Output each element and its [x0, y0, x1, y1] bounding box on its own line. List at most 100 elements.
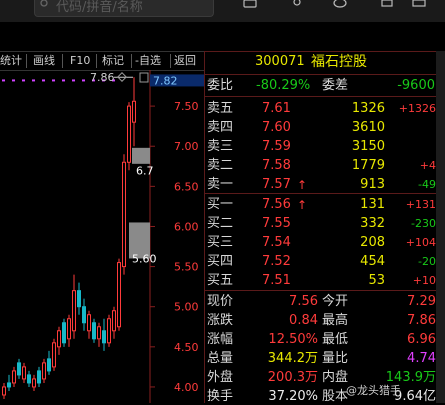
- average-line-dot: [82, 79, 85, 82]
- candle-body: [132, 100, 136, 123]
- order-level-change: +10: [412, 274, 436, 287]
- order-level-label: 卖二: [207, 158, 234, 173]
- average-line-dot: [2, 79, 5, 82]
- candle-body: [112, 310, 116, 332]
- high-price-label: 7.86: [90, 71, 115, 84]
- search-icon[interactable]: [40, 0, 49, 9]
- price-axis-tick-label: 4.50: [174, 341, 199, 354]
- candle-body: [52, 342, 56, 368]
- window-icon[interactable]: [412, 0, 426, 10]
- stat-value: 0.84: [289, 313, 318, 328]
- order-level-volume: 53: [368, 273, 385, 288]
- order-level-price: 7.54: [262, 235, 291, 250]
- order-level-volume: 454: [360, 254, 385, 269]
- toolbar-mark-button[interactable]: 标记: [102, 53, 124, 69]
- candle-body: [7, 382, 11, 388]
- toolbar-f10-button[interactable]: F10: [70, 53, 90, 69]
- toolbar-stats-button[interactable]: 统计: [0, 53, 22, 69]
- order-level-label: 卖三: [207, 139, 234, 154]
- weicha-label: 委差: [322, 78, 349, 93]
- candle-body: [27, 374, 31, 384]
- candle-body: [67, 318, 71, 340]
- stat-value: 12.50%: [268, 332, 318, 347]
- settings-icon[interactable]: [380, 0, 394, 10]
- stat-value: 7.56: [289, 294, 318, 309]
- order-level-volume: 3150: [351, 139, 385, 154]
- candle-body: [57, 330, 61, 348]
- candle-body: [17, 362, 21, 376]
- toolbar-divider: [131, 54, 132, 68]
- average-line-dot: [22, 79, 25, 82]
- order-level-label: 卖五: [207, 101, 234, 116]
- candle-body: [62, 322, 66, 344]
- toolbar-divider: [170, 54, 171, 68]
- average-line-dot: [42, 79, 45, 82]
- current-price-tag: 7.82: [153, 74, 178, 87]
- order-level-price: 7.58: [262, 158, 291, 173]
- stat-label: 总量: [207, 351, 234, 366]
- order-level-price: 7.57: [262, 177, 291, 192]
- stat-label: 涨幅: [207, 332, 234, 347]
- order-level-label: 买四: [207, 254, 234, 269]
- candle-body: [37, 370, 41, 384]
- weibi-label: 委比: [207, 78, 234, 93]
- toolbar-remove-watchlist-button[interactable]: -自选: [135, 53, 161, 69]
- order-level-label: 卖四: [207, 120, 234, 135]
- toolbar-draw-line-button[interactable]: 画线: [33, 53, 55, 69]
- order-level-volume: 332: [360, 216, 385, 231]
- message-icon[interactable]: [243, 0, 257, 10]
- order-level-label: 买一: [207, 197, 234, 212]
- price-axis-tick-label: 7.50: [174, 100, 199, 113]
- chat-icon[interactable]: [333, 0, 347, 10]
- price-level-block: [132, 147, 150, 164]
- candlestick-chart[interactable]: 7.50 7.00 6.50 6.00 5.50 5.00 4.50 4.00 7.82 7.86…: [0, 70, 205, 403]
- candle-body: [47, 358, 51, 372]
- price-axis-tick-label: 4.00: [174, 381, 199, 394]
- stat-label: 量比: [322, 351, 349, 366]
- order-level-change: +1326: [398, 102, 436, 115]
- order-level-label: 卖一: [207, 177, 234, 192]
- weicha-value: -9600: [397, 78, 435, 93]
- order-level-price: 7.59: [262, 139, 291, 154]
- order-level-volume: 131: [360, 197, 385, 212]
- candle-body: [77, 290, 81, 308]
- average-line-dot: [52, 79, 55, 82]
- order-level-price: 7.61: [262, 101, 291, 116]
- candle-body: [82, 306, 86, 324]
- toolbar-back-button[interactable]: 返回: [174, 53, 196, 69]
- panel-divider: [205, 193, 445, 194]
- watermark: @龙头猎手: [346, 384, 401, 397]
- candle-body: [127, 105, 131, 163]
- stock-code: 300071: [255, 54, 305, 69]
- copy-icon: [139, 72, 149, 83]
- stat-label: 今开: [322, 294, 349, 309]
- price-axis-tick-label: 6.00: [174, 220, 199, 233]
- order-level-change: -49: [418, 178, 436, 191]
- candle-body: [42, 362, 46, 380]
- order-level-label: 买二: [207, 216, 234, 231]
- order-level-price: 7.60: [262, 120, 291, 135]
- order-level-change: +4: [419, 159, 436, 172]
- candle-body: [87, 314, 91, 332]
- side-price-label: 5.60: [132, 253, 157, 266]
- stat-value: 200.3万: [267, 370, 318, 385]
- stat-value: 7.29: [407, 294, 436, 309]
- order-level-price: 7.56: [262, 197, 291, 212]
- stat-value: 7.86: [407, 313, 436, 328]
- order-level-price: 7.51: [262, 273, 291, 288]
- price-axis-tick-label: 6.50: [174, 180, 199, 193]
- stat-value: 4.74: [407, 351, 436, 366]
- stat-label: 外盘: [207, 370, 234, 385]
- toolbar-divider: [26, 54, 27, 68]
- stat-value: 344.2万: [267, 351, 318, 366]
- candle-body: [97, 326, 101, 340]
- toolbar-divider: [62, 54, 63, 68]
- user-icon[interactable]: [290, 0, 304, 10]
- order-level-price: 7.52: [262, 254, 291, 269]
- order-level-change: +104: [405, 236, 436, 249]
- order-level-change: -20: [418, 255, 436, 268]
- chart-panel-divider: [204, 51, 205, 403]
- stat-label: 内盘: [322, 370, 349, 385]
- stat-label: 最高: [322, 313, 349, 328]
- order-level-price: 7.55: [262, 216, 291, 231]
